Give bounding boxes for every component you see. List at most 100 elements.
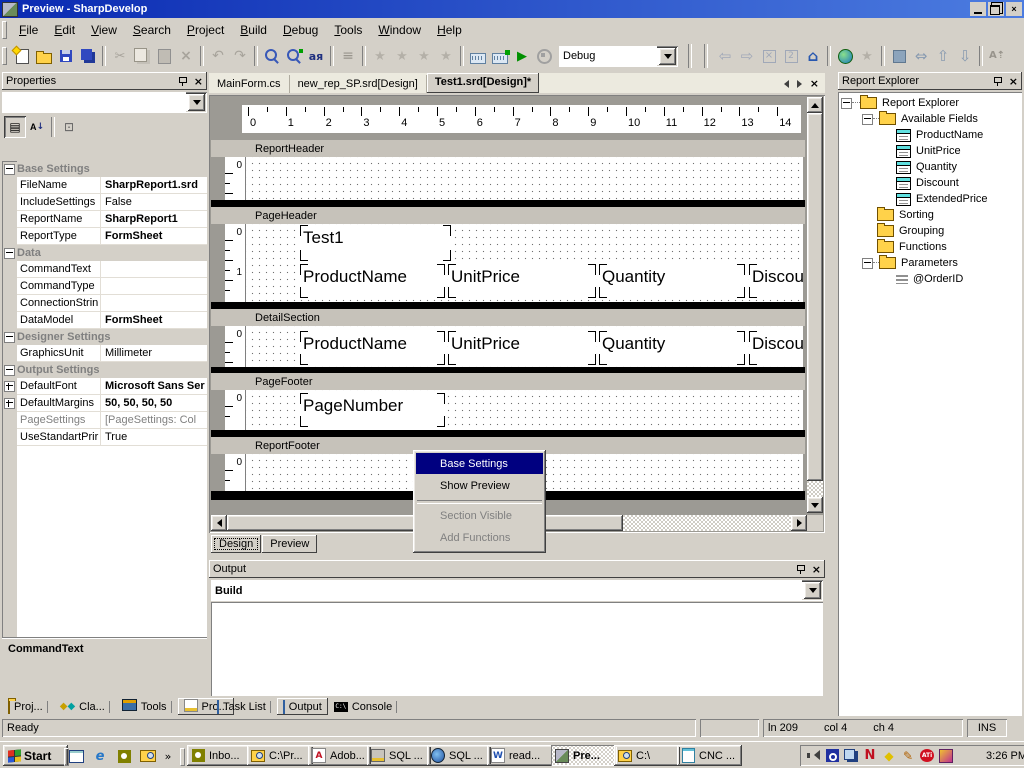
property-row-connectionstrin[interactable]: ConnectionStrin xyxy=(17,295,207,312)
report-item-test1[interactable]: Test1 xyxy=(300,225,451,261)
property-row-includesettings[interactable]: IncludeSettingsFalse xyxy=(17,194,207,211)
section-separator[interactable] xyxy=(211,200,805,207)
pin-icon[interactable] xyxy=(993,76,1003,86)
collapse-icon[interactable] xyxy=(862,258,873,269)
menu-item-base-settings[interactable]: Base Settings xyxy=(416,453,543,474)
bookmark-star-button[interactable]: ★ xyxy=(856,45,878,67)
redo-button[interactable]: ↷ xyxy=(229,45,251,67)
close-button[interactable]: × xyxy=(1006,2,1022,16)
property-value[interactable]: SharpReport1.srd xyxy=(101,177,207,193)
property-value[interactable]: SharpReport1 xyxy=(101,211,207,227)
section-band-detailsection[interactable]: ProductNameUnitPriceQuantityDiscount xyxy=(246,326,803,367)
report-item-pagenumber[interactable]: PageNumber xyxy=(300,393,445,427)
section-label-pagefooter[interactable]: PageFooter xyxy=(211,373,805,390)
property-value[interactable]: FormSheet xyxy=(101,228,207,244)
start-button[interactable]: Start xyxy=(3,745,68,766)
close-icon[interactable]: × xyxy=(812,563,821,576)
chevron-more-icon[interactable]: » xyxy=(162,748,174,764)
restore-button[interactable] xyxy=(988,2,1004,16)
property-value[interactable]: [PageSettings: Col xyxy=(101,412,207,428)
menu-tools[interactable]: Tools xyxy=(326,20,370,40)
stop-button[interactable] xyxy=(533,45,555,67)
scrollbar-track[interactable] xyxy=(807,481,823,497)
tab-preview[interactable]: Preview xyxy=(262,535,317,553)
move-down-button[interactable]: ⇩ xyxy=(954,45,976,67)
build-all-button[interactable] xyxy=(489,45,511,67)
property-row-defaultfont[interactable]: DefaultFontMicrosoft Sans Ser xyxy=(17,378,207,395)
prev-tab-icon[interactable] xyxy=(780,80,789,88)
categorized-view-button[interactable]: ▤ xyxy=(4,116,26,138)
display-tray-icon[interactable] xyxy=(939,749,953,763)
close-icon[interactable]: × xyxy=(194,75,203,88)
menu-build[interactable]: Build xyxy=(232,20,275,40)
prev-bookmark-button[interactable]: ★ xyxy=(391,45,413,67)
property-row-reporttype[interactable]: ReportTypeFormSheet xyxy=(17,228,207,245)
vertical-scrollbar[interactable] xyxy=(807,97,823,513)
task-button-8[interactable]: CNC ... xyxy=(677,745,742,766)
diamond-tray-icon[interactable]: ◆ xyxy=(882,749,896,763)
tree-item-grouping[interactable]: Grouping xyxy=(838,223,1022,239)
property-row-commandtext[interactable]: CommandText xyxy=(17,261,207,278)
task-button-6[interactable]: Pre... xyxy=(551,745,617,766)
fill-box-button[interactable] xyxy=(888,45,910,67)
chevron-down-icon[interactable] xyxy=(659,48,676,65)
tab-mainform-cs[interactable]: MainForm.cs xyxy=(209,75,290,93)
tree-item-report-explorer[interactable]: Report Explorer xyxy=(838,95,1022,111)
category-row-data[interactable]: Data xyxy=(17,245,207,261)
tree-item-orderid[interactable]: @OrderID xyxy=(838,271,1022,287)
report-item-unitprice[interactable]: UnitPrice xyxy=(448,264,596,298)
toggle-lines-button[interactable]: ≡ xyxy=(337,45,359,67)
minimize-button[interactable] xyxy=(970,2,986,16)
tree-item-available-fields[interactable]: Available Fields xyxy=(838,111,1022,127)
property-row-usestandartprir[interactable]: UseStandartPrirTrue xyxy=(17,429,207,446)
category-row-designer-settings[interactable]: Designer Settings xyxy=(17,329,207,345)
property-value[interactable]: 50, 50, 50, 50 xyxy=(101,395,207,411)
property-value[interactable]: FormSheet xyxy=(101,312,207,328)
run-button[interactable]: ▶ xyxy=(511,45,533,67)
internet-explorer-icon[interactable]: e xyxy=(92,748,108,764)
collapse-icon[interactable] xyxy=(862,114,873,125)
debug-config-combo[interactable]: Debug xyxy=(559,46,678,67)
paste-button[interactable] xyxy=(153,45,175,67)
menu-project[interactable]: Project xyxy=(179,20,232,40)
dock-tab-task-list[interactable]: Task List xyxy=(211,698,277,715)
menu-debug[interactable]: Debug xyxy=(275,20,326,40)
property-row-datamodel[interactable]: DataModelFormSheet xyxy=(17,312,207,329)
report-item-quantity[interactable]: Quantity xyxy=(599,331,745,365)
scroll-right-icon[interactable] xyxy=(791,515,807,531)
resize-h-button[interactable]: ⇔ xyxy=(910,45,932,67)
schedule-icon[interactable] xyxy=(116,748,132,764)
task-button-5[interactable]: Wread... xyxy=(487,745,553,766)
copy-button[interactable] xyxy=(131,45,153,67)
task-button-0[interactable]: Inbo... xyxy=(187,745,249,766)
open-file-button[interactable] xyxy=(33,45,55,67)
menu-item-show-preview[interactable]: Show Preview xyxy=(416,475,543,496)
dock-tab-output[interactable]: Output xyxy=(277,698,328,715)
property-row-reportname[interactable]: ReportNameSharpReport1 xyxy=(17,211,207,228)
property-row-pagesettings[interactable]: PageSettings[PageSettings: Col xyxy=(17,412,207,429)
volume-tray-icon[interactable] xyxy=(806,749,820,763)
menubar-grip[interactable] xyxy=(2,21,7,39)
menu-help[interactable]: Help xyxy=(429,20,470,40)
move-up-button[interactable]: ⇧ xyxy=(932,45,954,67)
property-value[interactable]: Millimeter xyxy=(101,345,207,361)
build-button[interactable] xyxy=(467,45,489,67)
property-value[interactable] xyxy=(101,295,207,311)
undo-button[interactable]: ↶ xyxy=(207,45,229,67)
property-value[interactable]: False xyxy=(101,194,207,210)
monitors-tray-icon[interactable] xyxy=(844,749,858,763)
dock-tab-proj[interactable]: Proj... xyxy=(2,698,54,715)
dock-tab-console[interactable]: C:\Console xyxy=(328,698,403,715)
property-value[interactable]: Microsoft Sans Ser xyxy=(101,378,207,394)
radio-tray-icon[interactable] xyxy=(825,749,839,763)
next-bookmark-button[interactable]: ★ xyxy=(413,45,435,67)
cut-button[interactable]: ✂ xyxy=(109,45,131,67)
section-separator[interactable] xyxy=(211,430,805,437)
report-item-discount[interactable]: Discount xyxy=(749,264,803,298)
section-band-reportheader[interactable] xyxy=(246,157,803,200)
find-button[interactable] xyxy=(261,45,283,67)
output-category-combo[interactable]: Build xyxy=(211,580,823,601)
category-row-output-settings[interactable]: Output Settings xyxy=(17,362,207,378)
section-band-pagefooter[interactable]: PageNumber xyxy=(246,390,803,430)
report-item-unitprice[interactable]: UnitPrice xyxy=(448,331,596,365)
